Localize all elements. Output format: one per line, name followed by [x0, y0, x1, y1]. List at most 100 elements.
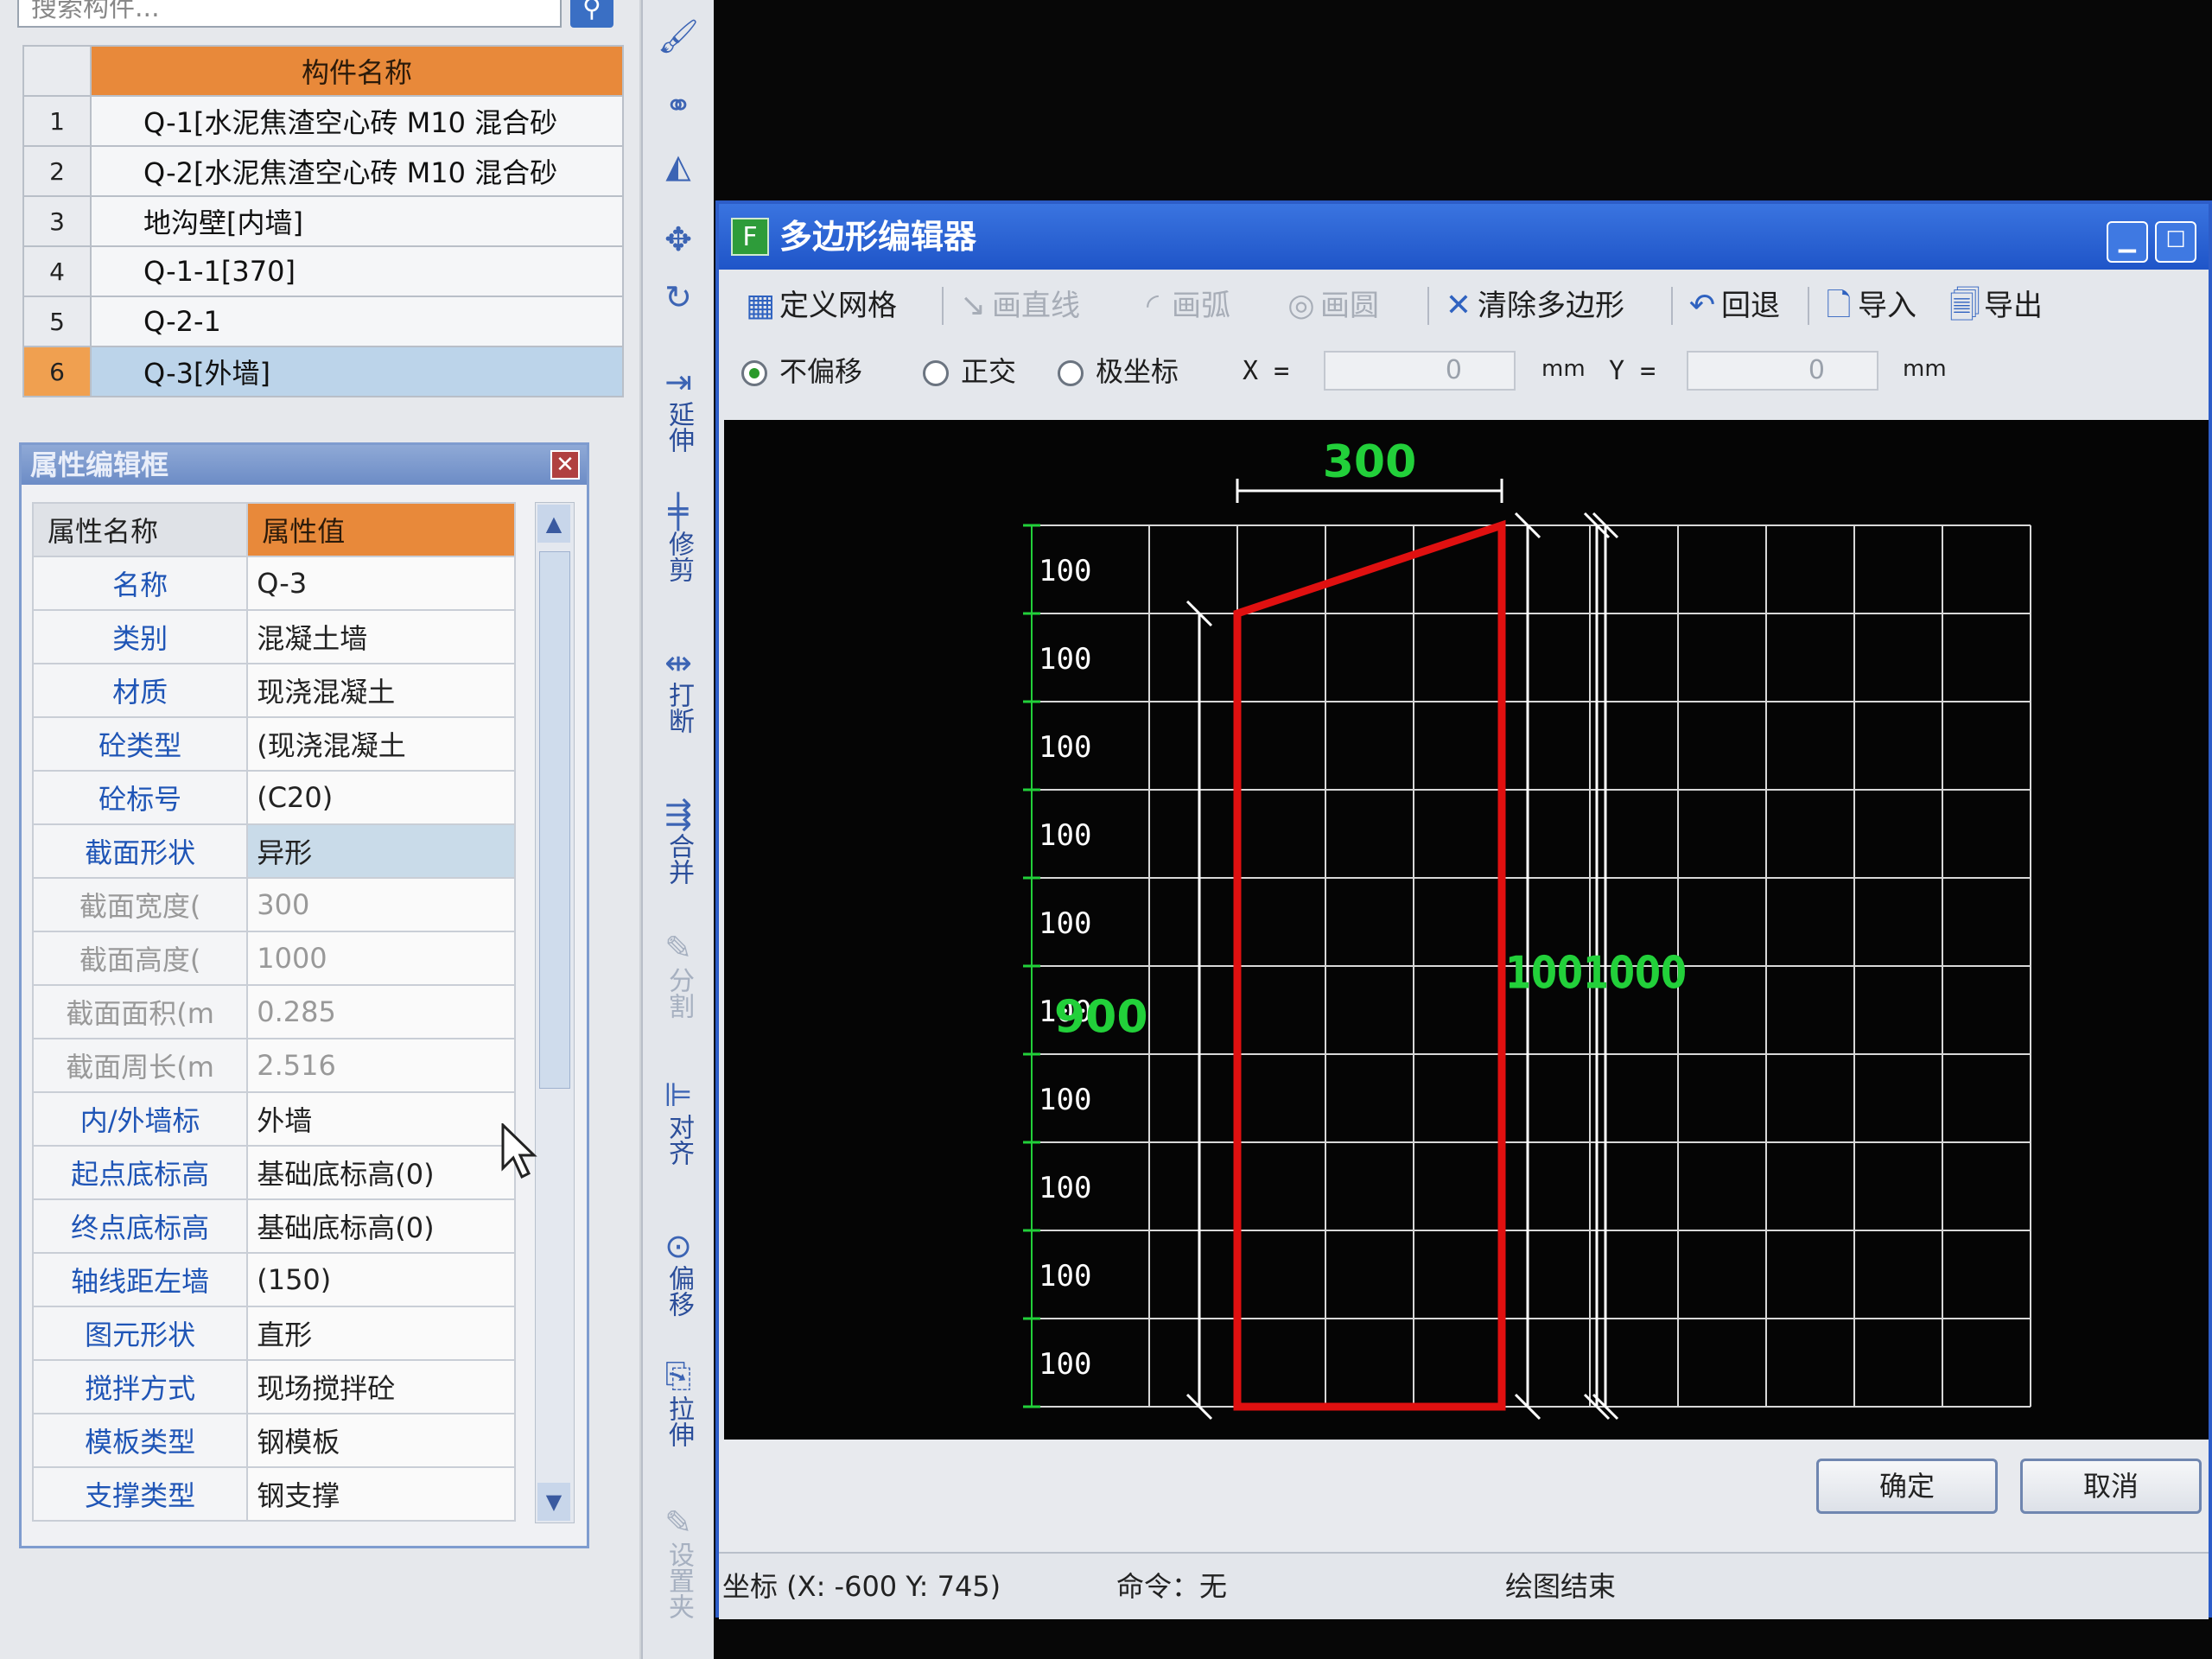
property-value: 1000 [246, 931, 516, 986]
polygon-drawing-area[interactable]: 100 100 100 100 100 100 100 100 100 100 300 900 1001… [724, 420, 2209, 1440]
property-row[interactable]: 模板类型 钢模板 [31, 1413, 516, 1468]
mouse-cursor-icon [501, 1123, 537, 1179]
draw-line-button: ↘ 画直线 [954, 283, 1080, 328]
property-name: 砼标号 [31, 770, 249, 825]
rotate-icon: ↻ [664, 278, 692, 316]
search-icon[interactable]: ⚲ [570, 0, 613, 28]
property-row[interactable]: 砼标号 (C20) [31, 770, 516, 825]
cancel-button[interactable]: 取消 [2020, 1459, 2202, 1514]
radio-no-offset[interactable]: 不偏移 [741, 354, 862, 389]
component-name[interactable]: Q-2[水泥焦渣空心砖 M10 混合砂 [90, 145, 624, 197]
radio-unchecked-icon [923, 360, 949, 386]
scroll-down-icon[interactable]: ▼ [537, 1483, 570, 1521]
minimize-icon[interactable]: ▁ [2107, 221, 2148, 263]
y-coordinate-input[interactable]: 0 [1687, 351, 1878, 391]
stretch-icon: ⎘ [664, 1357, 692, 1395]
property-row[interactable]: 支撑类型 钢支撑 [31, 1466, 516, 1522]
property-row[interactable]: 砼类型 (现浇混凝土 [31, 716, 516, 772]
property-value[interactable]: (C20) [246, 770, 516, 825]
clear-polygon-button[interactable]: ✕ 清除多边形 [1440, 283, 1624, 328]
property-value[interactable]: (现浇混凝土 [246, 716, 516, 772]
status-command: 命令：无 [1116, 1570, 1228, 1603]
x-coordinate-input[interactable]: 0 [1324, 351, 1516, 391]
brush-tool[interactable]: 🖌 [643, 17, 714, 56]
stretch-tool[interactable]: ⎘ 拉伸 [643, 1357, 714, 1447]
property-value[interactable]: 直形 [246, 1306, 516, 1361]
property-value[interactable]: 钢支撑 [246, 1466, 516, 1522]
search-input[interactable]: 搜索构件... [17, 0, 562, 28]
extend-label: 延伸 [664, 401, 694, 453]
property-value[interactable]: 异形 [246, 823, 516, 879]
table-row[interactable]: 4 Q-1-1[370] [22, 245, 624, 297]
offset-tool[interactable]: ⊙ 偏移 [643, 1227, 714, 1317]
property-row[interactable]: 内/外墙标 外墙 [31, 1091, 516, 1147]
merge-tool[interactable]: ⇶ 合并 [643, 795, 714, 885]
copy-tool[interactable]: ⚭ [643, 86, 714, 124]
component-name[interactable]: Q-1[水泥焦渣空心砖 M10 混合砂 [90, 95, 624, 147]
extend-tool[interactable]: ⇥ 延伸 [643, 363, 714, 453]
rotate-tool[interactable]: ↻ [643, 278, 714, 316]
table-row[interactable]: 5 Q-2-1 [22, 296, 624, 347]
column-header-component-name[interactable]: 构件名称 [90, 45, 624, 97]
component-name[interactable]: 地沟壁[内墙] [90, 195, 624, 247]
property-row[interactable]: 搅拌方式 现场搅拌砼 [31, 1359, 516, 1414]
property-value[interactable]: 钢模板 [246, 1413, 516, 1468]
import-button[interactable]: 🗋 导入 [1820, 283, 1916, 328]
scrollbar-thumb[interactable] [539, 551, 570, 1089]
property-value[interactable]: 基础底标高(0) [246, 1198, 516, 1254]
component-name[interactable]: Q-1-1[370] [90, 245, 624, 297]
property-value[interactable]: 现浇混凝土 [246, 663, 516, 718]
radio-orthogonal[interactable]: 正交 [923, 354, 1016, 389]
table-row-selected[interactable]: 6 Q-3[外墙] [22, 346, 624, 397]
app-icon: F [731, 218, 769, 256]
property-row[interactable]: 图元形状 直形 [31, 1306, 516, 1361]
trim-tool[interactable]: ╪ 修剪 [643, 493, 714, 582]
property-value[interactable]: 基础底标高(0) [246, 1145, 516, 1200]
component-name[interactable]: Q-2-1 [90, 296, 624, 347]
move-tool[interactable]: ✥ [643, 220, 714, 258]
draw-circle-button: ◎ 画圆 [1282, 283, 1379, 328]
table-row[interactable]: 1 Q-1[水泥焦渣空心砖 M10 混合砂 [22, 95, 624, 147]
align-tool[interactable]: ⊫ 对齐 [643, 1076, 714, 1166]
status-bar: 坐标 (X: -600 Y: 745) 命令：无 绘图结束 [719, 1552, 2209, 1619]
split-tool: ✎ 分割 [643, 929, 714, 1019]
define-grid-label: 定义网格 [779, 289, 897, 323]
column-header-property-value: 属性值 [246, 502, 516, 557]
maximize-icon[interactable]: ☐ [2155, 221, 2196, 263]
status-message: 绘图结束 [1505, 1570, 1617, 1603]
property-row[interactable]: 终点底标高 基础底标高(0) [31, 1198, 516, 1254]
property-scrollbar[interactable]: ▲ ▼ [535, 502, 575, 1523]
property-name: 截面面积(m [31, 984, 249, 1039]
table-row[interactable]: 2 Q-2[水泥焦渣空心砖 M10 混合砂 [22, 145, 624, 197]
scroll-up-icon[interactable]: ▲ [537, 505, 570, 543]
export-button[interactable]: 🗐 导出 [1946, 283, 2043, 328]
property-value[interactable]: 现场搅拌砼 [246, 1359, 516, 1414]
left-panel: 搜索构件... ⚲ 构件名称 1 Q-1[水泥焦渣空心砖 M10 混合砂 2 Q… [0, 0, 639, 1659]
snap-options-bar: 不偏移 正交 极坐标 X = 0 mm Y = 0 mm [728, 342, 2196, 397]
dialog-title: 多边形编辑器 [719, 204, 2209, 270]
ok-button[interactable]: 确定 [1816, 1459, 1998, 1514]
mirror-tool[interactable]: ◭ [643, 147, 714, 185]
property-row[interactable]: 名称 Q-3 [31, 556, 516, 611]
row-dimension-label: 100 [1039, 554, 1091, 588]
property-value[interactable]: 混凝土墙 [246, 609, 516, 664]
property-row[interactable]: 起点底标高 基础底标高(0) [31, 1145, 516, 1200]
close-icon[interactable]: ✕ [550, 450, 580, 480]
property-value[interactable]: (150) [246, 1252, 516, 1307]
component-name[interactable]: Q-3[外墙] [90, 346, 624, 397]
undo-button[interactable]: ↶ 回退 [1683, 283, 1780, 328]
radio-checked-icon [741, 360, 767, 386]
property-row[interactable]: 轴线距左墙 (150) [31, 1252, 516, 1307]
property-row[interactable]: 类别 混凝土墙 [31, 609, 516, 664]
property-row[interactable]: 材质 现浇混凝土 [31, 663, 516, 718]
radio-polar[interactable]: 极坐标 [1058, 354, 1179, 389]
property-value[interactable]: Q-3 [246, 556, 516, 611]
table-corner [22, 45, 92, 97]
break-tool[interactable]: ⇹ 打断 [643, 644, 714, 734]
grip-tool: ✎ 设置夹 [643, 1503, 714, 1619]
define-grid-button[interactable]: ▦ 定义网格 [741, 283, 897, 328]
grid-canvas[interactable]: 1001001001001001001001001001003009001001… [724, 420, 2209, 1440]
property-row-selected[interactable]: 截面形状 异形 [31, 823, 516, 879]
property-value[interactable]: 外墙 [246, 1091, 516, 1147]
table-row[interactable]: 3 地沟壁[内墙] [22, 195, 624, 247]
